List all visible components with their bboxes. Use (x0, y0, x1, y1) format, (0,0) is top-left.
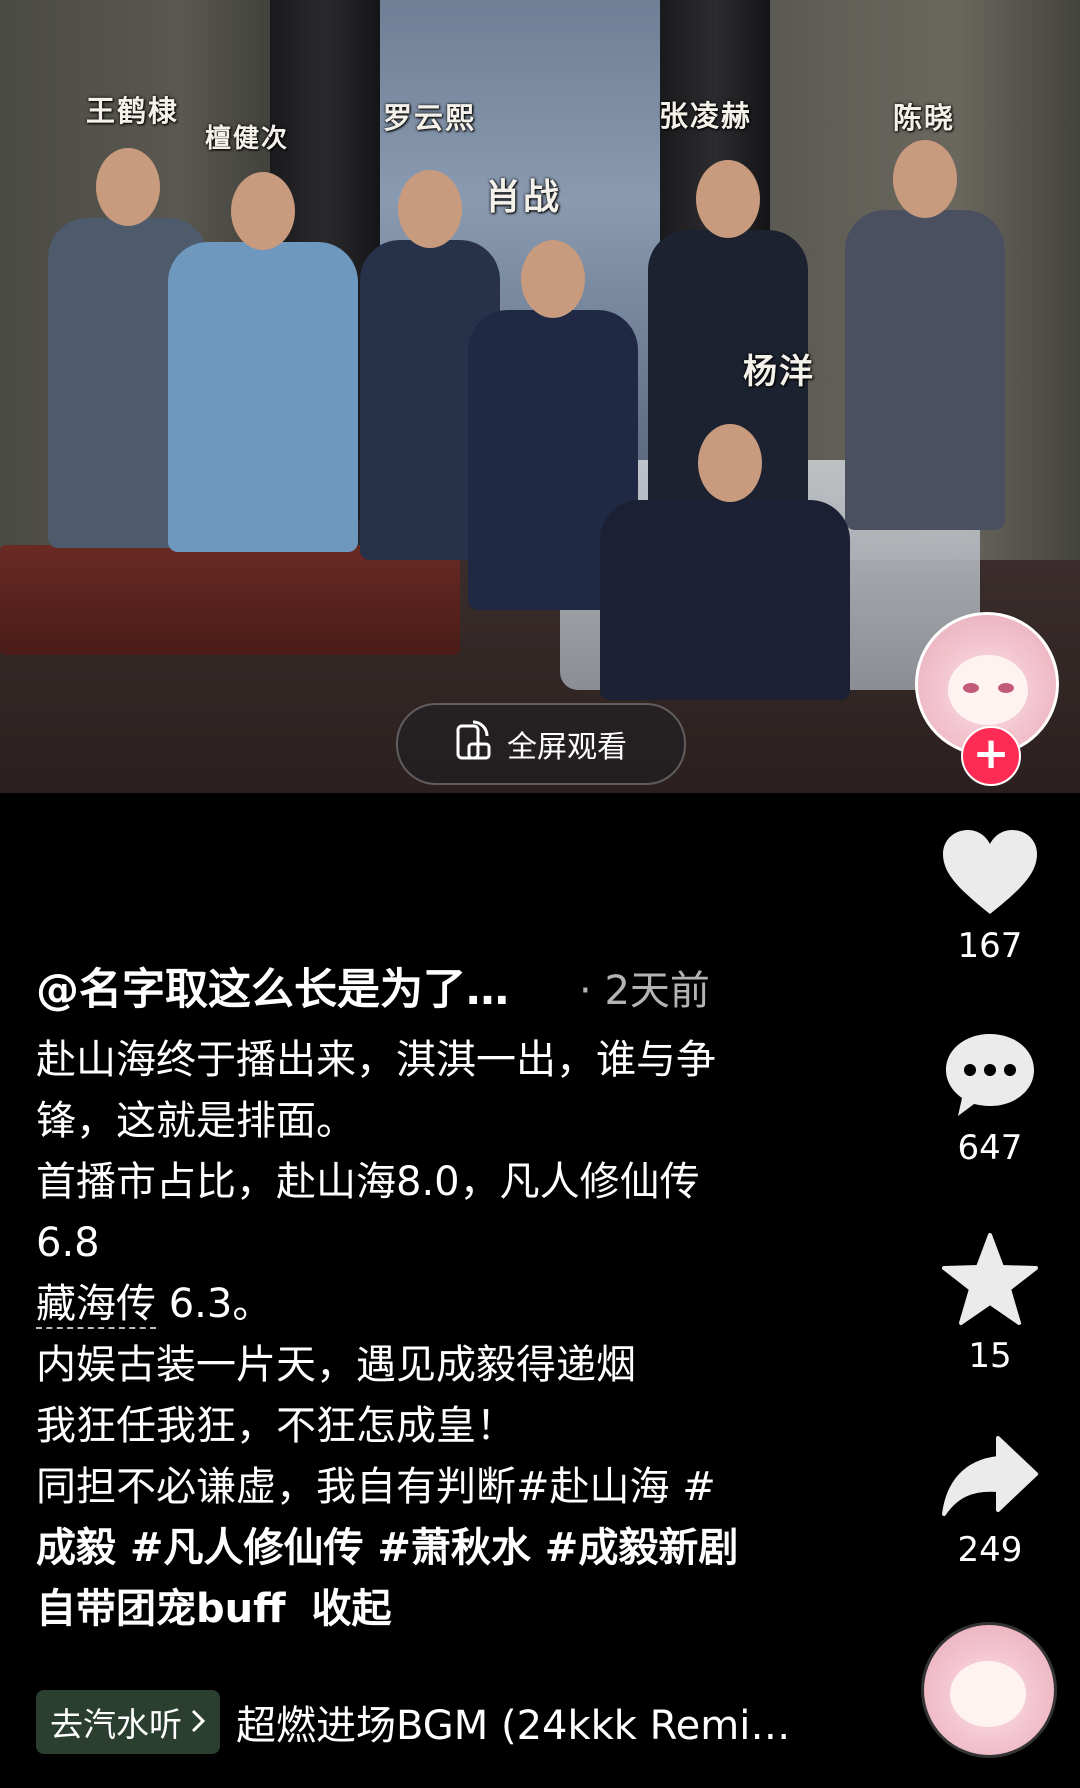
cast-name-label: 张凌赫 (659, 99, 753, 133)
caption-line: 自带团宠buff 收起 (36, 1579, 816, 1640)
cast-name-label: 王鹤棣 (86, 94, 180, 128)
cast-name-label: 肖战 (485, 176, 562, 218)
heart-icon (940, 830, 1040, 922)
hashtag-line[interactable]: 同担不必谦虚，我自有判断#赴山海 # (36, 1457, 816, 1518)
fullscreen-button[interactable]: 全屏观看 (396, 703, 686, 785)
listen-label: 去汽水听 (50, 1705, 182, 1744)
cast-name-label: 陈晓 (893, 101, 956, 135)
share-button[interactable]: 249 (930, 1432, 1050, 1570)
cast-name-label: 檀健次 (205, 124, 290, 154)
listen-in-app-button[interactable]: 去汽水听 (36, 1690, 220, 1754)
video-person (168, 172, 358, 552)
star-icon (940, 1233, 1040, 1332)
comment-icon (942, 1034, 1038, 1124)
hashtag-line[interactable]: 成毅 #凡人修仙传 #萧秋水 #成毅新剧 (36, 1518, 816, 1579)
music-row: 去汽水听 超燃进场BGM (24kkk Remi… (36, 1690, 790, 1754)
cast-name-label: 杨洋 (743, 352, 815, 392)
follow-plus-icon[interactable]: + (961, 726, 1021, 786)
video-person (600, 424, 850, 700)
link-suffix: 6.3。 (156, 1281, 273, 1327)
music-title[interactable]: 超燃进场BGM (24kkk Remi… (236, 1693, 790, 1751)
author-name[interactable]: @名字取这么长是为了… (36, 955, 509, 1017)
caption-line: 6.8 (36, 1220, 100, 1266)
like-count: 167 (957, 926, 1023, 966)
caption-line: 藏海传 6.3。 (36, 1274, 816, 1335)
rotate-screen-icon (455, 718, 491, 770)
post-caption: 赴山海终于播出来，淇淇一出，谁与争 锋，这就是排面。 首播市占比，赴山海8.0，… (36, 1030, 816, 1640)
like-button[interactable]: 167 (930, 828, 1050, 966)
caption-line: 赴山海终于播出来，淇淇一出，谁与争 (36, 1037, 716, 1083)
comment-button[interactable]: 647 (930, 1030, 1050, 1168)
post-time: · 2天前 (579, 958, 710, 1016)
fullscreen-label: 全屏观看 (507, 730, 627, 765)
caption-line: 首播市占比，赴山海8.0，凡人修仙传 (36, 1159, 700, 1205)
caption-line: 锋，这就是排面。 (36, 1098, 356, 1144)
share-arrow-icon (940, 1436, 1040, 1526)
favorite-button[interactable]: 15 (930, 1232, 1050, 1376)
cast-name-label: 罗云熙 (383, 101, 477, 135)
search-link[interactable]: 藏海传 (36, 1281, 156, 1329)
chevron-right-icon (190, 1703, 206, 1742)
video-person (845, 140, 1005, 530)
caption-line: 内娱古装一片天，遇见成毅得递烟 (36, 1342, 636, 1388)
favorite-count: 15 (968, 1336, 1012, 1376)
time-separator: · (579, 968, 592, 1014)
video-table (0, 545, 460, 655)
hashtag-line[interactable]: 自带团宠buff (36, 1586, 286, 1632)
collapse-button[interactable]: 收起 (312, 1586, 392, 1632)
time-label: 2天前 (604, 968, 710, 1014)
share-count: 249 (957, 1530, 1023, 1570)
music-disc[interactable] (921, 1622, 1057, 1758)
comment-count: 647 (957, 1128, 1023, 1168)
author-row: @名字取这么长是为了… · 2天前 (36, 955, 816, 1017)
caption-line: 我狂任我狂，不狂怎成皇！ (36, 1403, 516, 1449)
